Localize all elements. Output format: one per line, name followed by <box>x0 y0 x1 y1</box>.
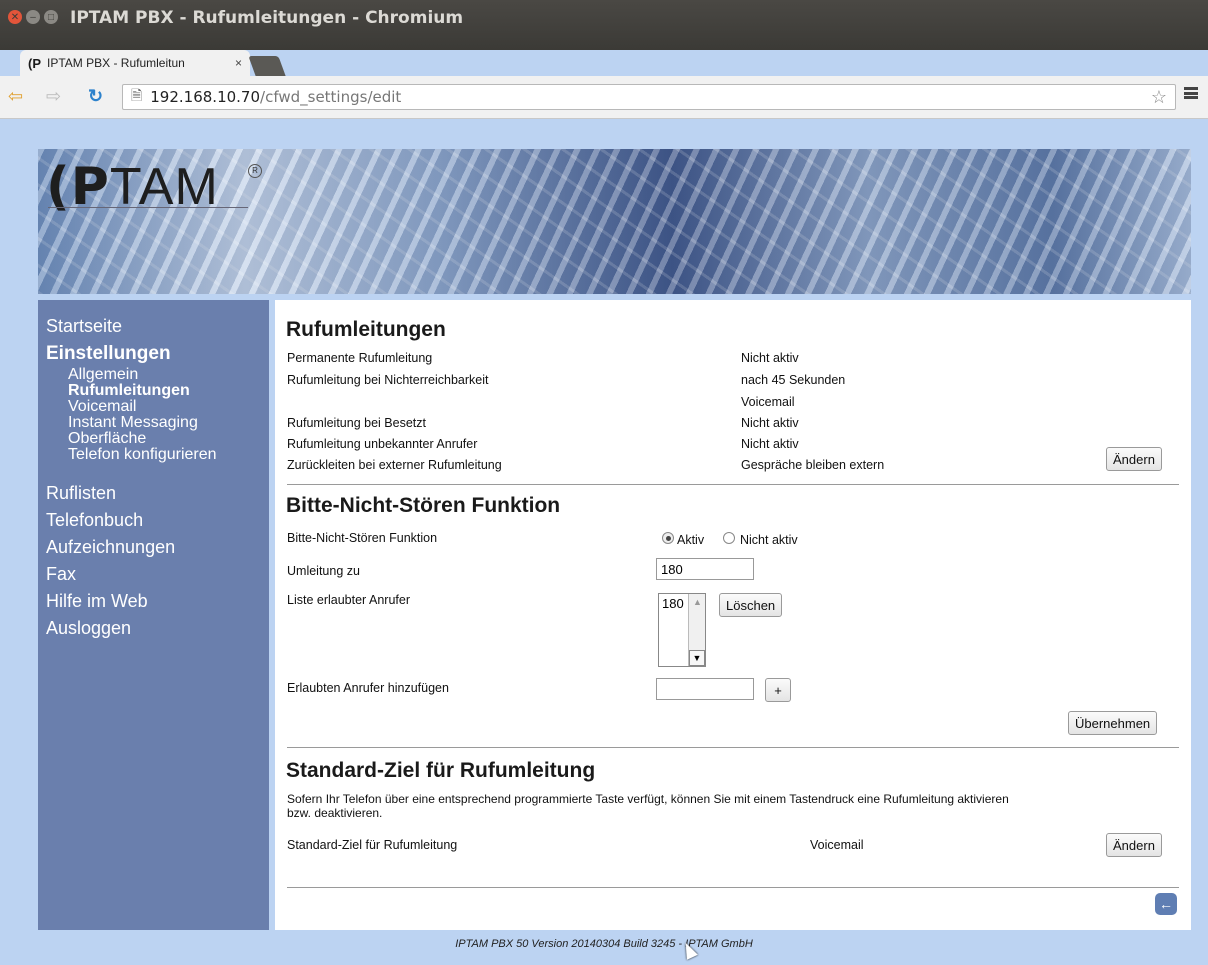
page-icon: 🗎 <box>131 87 143 103</box>
allowed-callers-list[interactable]: 180 ▲ ▼ <box>658 593 706 667</box>
default-target-label: Standard-Ziel für Rufumleitung <box>287 838 458 852</box>
browser-tab[interactable]: (P IPTAM PBX - Rufumleitun × <box>20 50 250 76</box>
add-caller-input[interactable] <box>656 678 754 700</box>
apply-button[interactable]: Übernehmen <box>1068 711 1158 735</box>
sidebar-item-aufzeichnungen[interactable]: Aufzeichnungen <box>46 537 175 558</box>
sidebar-subitem-voicemail[interactable]: Voicemail <box>68 399 136 415</box>
list-item[interactable]: 180 <box>662 596 684 611</box>
dnd-active-radio[interactable] <box>662 532 674 544</box>
tab-close-icon[interactable]: × <box>235 56 242 70</box>
maximize-window-icon[interactable]: □ <box>44 10 58 24</box>
sidebar-item-telefonbuch[interactable]: Telefonbuch <box>46 510 143 531</box>
header-banner: (PTAM R <box>38 149 1191 294</box>
dnd-function-label: Bitte-Nicht-Stören Funktion <box>287 531 438 545</box>
section-divider <box>287 484 1179 485</box>
registered-mark-icon: R <box>248 164 262 178</box>
dnd-active-label: Aktiv <box>677 533 705 547</box>
sidebar-subitem-telefon-konfigurieren[interactable]: Telefon konfigurieren <box>68 447 217 463</box>
sidebar-subitem-allgemein[interactable]: Allgemein <box>68 367 138 383</box>
forwarding-label: Rufumleitung bei Nichterreichbarkeit <box>287 373 489 387</box>
menu-icon[interactable] <box>1184 87 1198 99</box>
forwarding-value: Nicht aktiv <box>741 351 799 365</box>
forwarding-value-target: Voicemail <box>741 395 795 409</box>
minimize-window-icon[interactable]: – <box>26 10 40 24</box>
star-icon[interactable]: ☆ <box>1151 87 1167 108</box>
sidebar: Startseite Einstellungen Allgemein Rufum… <box>38 300 269 930</box>
add-caller-button[interactable]: + <box>765 678 791 702</box>
sidebar-item-startseite[interactable]: Startseite <box>46 316 122 337</box>
close-window-icon[interactable]: ✕ <box>8 10 22 24</box>
browser-toolbar: ⇦ ⇨ ↻ 🗎 192.168.10.70/cfwd_settings/edit… <box>0 76 1208 119</box>
listbox-scrollbar[interactable]: ▲ ▼ <box>688 594 705 666</box>
version-footer: IPTAM PBX 50 Version 20140304 Build 3245… <box>455 938 753 950</box>
back-icon[interactable]: ⇦ <box>8 86 23 107</box>
sidebar-subitem-oberflaeche[interactable]: Oberfläche <box>68 431 146 447</box>
redirect-input[interactable] <box>656 558 754 580</box>
forwarding-value: Gespräche bleiben extern <box>741 458 885 472</box>
reload-icon[interactable]: ↻ <box>88 86 103 107</box>
sidebar-item-ausloggen[interactable]: Ausloggen <box>46 618 131 639</box>
address-bar[interactable]: 🗎 192.168.10.70/cfwd_settings/edit ☆ <box>122 84 1176 110</box>
redirect-label: Umleitung zu <box>287 564 360 578</box>
default-target-title: Standard-Ziel für Rufumleitung <box>286 759 596 782</box>
section-divider <box>287 887 1179 888</box>
forward-icon[interactable]: ⇨ <box>46 86 61 107</box>
window-titlebar: ✕ – □ IPTAM PBX - Rufumleitungen - Chrom… <box>0 0 1208 50</box>
window-title: IPTAM PBX - Rufumleitungen - Chromium <box>70 8 464 28</box>
dnd-inactive-label: Nicht aktiv <box>740 533 798 547</box>
forwarding-label: Zurückleiten bei externer Rufumleitung <box>287 458 502 472</box>
window-controls: ✕ – □ <box>8 10 58 24</box>
sidebar-item-hilfe-im-web[interactable]: Hilfe im Web <box>46 591 148 612</box>
forwarding-edit-button[interactable]: Ändern <box>1106 447 1162 471</box>
iptam-logo: (PTAM <box>46 157 219 217</box>
add-caller-label: Erlaubten Anrufer hinzufügen <box>287 681 449 695</box>
forwarding-label: Rufumleitung unbekannter Anrufer <box>287 437 478 451</box>
allowed-callers-label: Liste erlaubter Anrufer <box>287 593 410 607</box>
url-host: 192.168.10.70 <box>150 88 261 106</box>
scroll-up-icon[interactable]: ▲ <box>690 594 705 610</box>
sidebar-item-ruflisten[interactable]: Ruflisten <box>46 483 116 504</box>
default-target-description: Sofern Ihr Telefon über eine entsprechen… <box>287 792 1009 806</box>
favicon-icon: (P <box>28 55 41 71</box>
default-target-edit-button[interactable]: Ändern <box>1106 833 1162 857</box>
forwarding-value: Nicht aktiv <box>741 437 799 451</box>
dnd-title: Bitte-Nicht-Stören Funktion <box>286 494 561 517</box>
forwarding-value: Nicht aktiv <box>741 416 799 430</box>
back-arrow-icon[interactable]: ← <box>1155 893 1177 915</box>
section-divider <box>287 747 1179 748</box>
default-target-value: Voicemail <box>810 838 864 852</box>
default-target-description: bzw. deaktivieren. <box>287 806 383 820</box>
sidebar-subitem-rufumleitungen[interactable]: Rufumleitungen <box>68 383 190 399</box>
forwarding-value: nach 45 Sekunden <box>741 373 846 387</box>
sidebar-subitem-instant-messaging[interactable]: Instant Messaging <box>68 415 198 431</box>
forwarding-title: Rufumleitungen <box>286 318 446 341</box>
sidebar-item-fax[interactable]: Fax <box>46 564 76 585</box>
tab-title: IPTAM PBX - Rufumleitun <box>47 56 185 70</box>
forwarding-label: Permanente Rufumleitung <box>287 351 433 365</box>
sidebar-item-einstellungen[interactable]: Einstellungen <box>46 343 171 365</box>
scroll-down-icon[interactable]: ▼ <box>689 650 705 666</box>
delete-caller-button[interactable]: Löschen <box>719 593 783 617</box>
dnd-inactive-radio[interactable] <box>723 532 735 544</box>
new-tab-button[interactable] <box>248 56 286 76</box>
logo-underline <box>48 207 248 208</box>
url-path: /cfwd_settings/edit <box>260 88 402 106</box>
forwarding-label: Rufumleitung bei Besetzt <box>287 416 426 430</box>
